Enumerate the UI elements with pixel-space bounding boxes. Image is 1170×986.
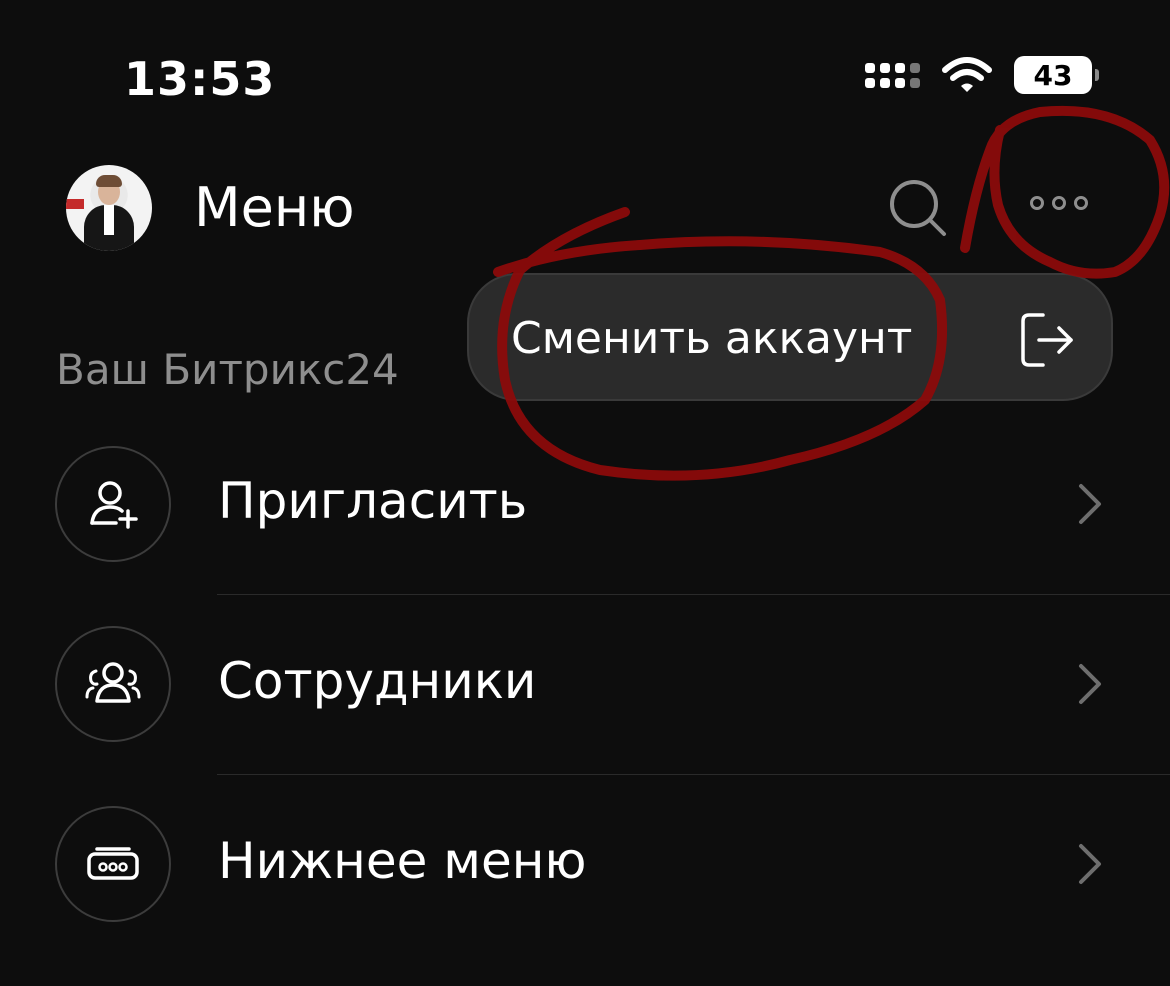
menu-item-label: Пригласить xyxy=(218,472,528,530)
wifi-icon xyxy=(942,57,992,92)
divider xyxy=(217,594,1170,595)
chevron-right-icon xyxy=(1079,844,1101,884)
status-icons: 43 xyxy=(865,56,1099,94)
add-user-icon xyxy=(55,446,171,562)
menu-item-label: Нижнее меню xyxy=(218,832,587,890)
menu-item-employees[interactable]: Сотрудники xyxy=(0,626,1170,806)
menu-item-invite[interactable]: Пригласить xyxy=(0,446,1170,626)
divider xyxy=(217,774,1170,775)
status-time: 13:53 xyxy=(124,52,276,106)
menu-item-label: Сотрудники xyxy=(218,652,537,710)
menu-item-bottom-menu[interactable]: Нижнее меню xyxy=(0,806,1170,986)
account-popup-menu: Сменить аккаунт xyxy=(467,273,1113,401)
logout-icon[interactable] xyxy=(1019,311,1077,369)
chevron-right-icon xyxy=(1079,664,1101,704)
bottom-menu-icon xyxy=(55,806,171,922)
team-icon xyxy=(55,626,171,742)
more-dots-icon[interactable] xyxy=(1030,196,1088,210)
switch-account-button[interactable]: Сменить аккаунт xyxy=(511,313,912,364)
page-title: Меню xyxy=(194,176,355,239)
battery-icon: 43 xyxy=(1014,56,1099,94)
search-icon[interactable] xyxy=(888,178,948,238)
chevron-right-icon xyxy=(1079,484,1101,524)
section-label: Ваш Битрикс24 xyxy=(56,345,399,394)
user-avatar[interactable] xyxy=(66,165,152,251)
signal-icon xyxy=(865,62,920,88)
